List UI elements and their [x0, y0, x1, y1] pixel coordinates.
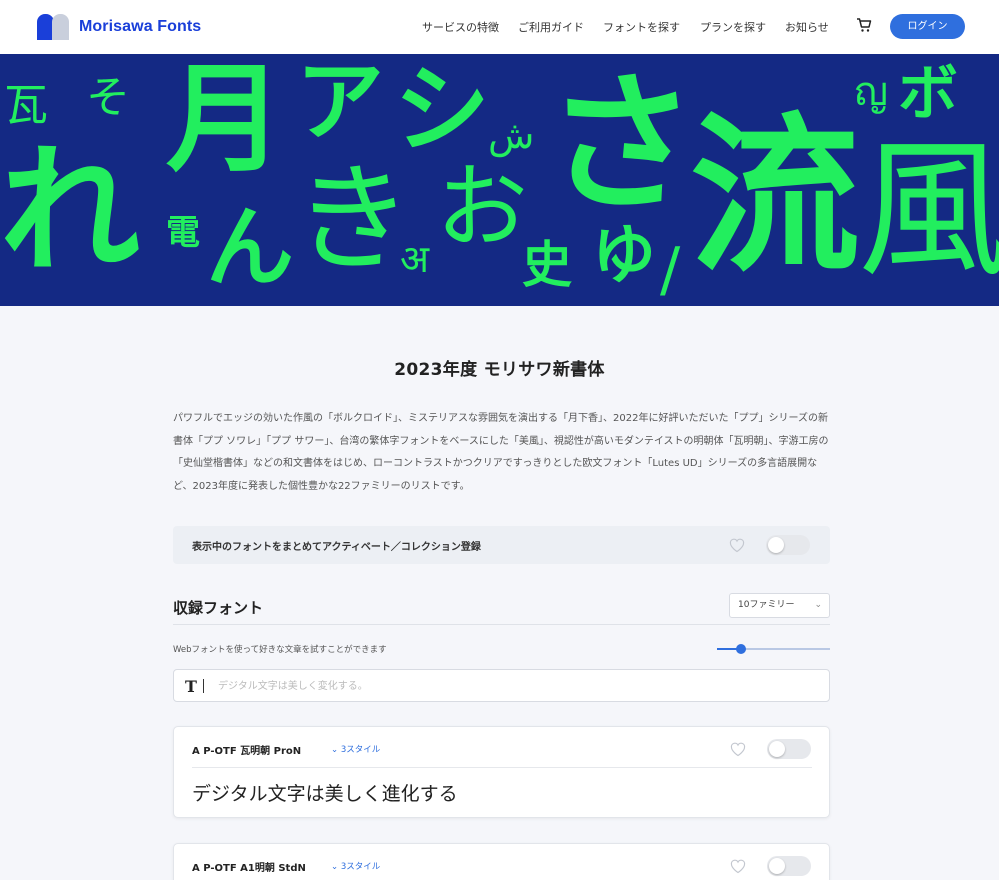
- family-count-select[interactable]: 10ファミリー ⌄: [729, 593, 830, 618]
- styles-dropdown[interactable]: ⌄ 3スタイル: [331, 743, 380, 755]
- size-slider-handle[interactable]: [735, 644, 746, 654]
- hero-glyph: シ: [394, 54, 490, 166]
- hero-glyph: さ: [546, 58, 697, 232]
- family-count-value: 10ファミリー: [738, 600, 795, 610]
- brand-name: Morisawa Fonts: [79, 18, 202, 35]
- nav-features[interactable]: サービスの特徴: [422, 19, 499, 35]
- site-header: Morisawa Fonts サービスの特徴 ご利用ガイド フォントを探す プラ…: [0, 0, 999, 54]
- activate-toggle[interactable]: [767, 739, 811, 759]
- hero-glyph: /: [660, 235, 681, 305]
- heart-icon[interactable]: [728, 537, 746, 553]
- section-title: 収録フォント: [173, 599, 264, 617]
- hero-glyph: अ: [400, 237, 430, 281]
- hero-glyph: ア: [296, 54, 385, 153]
- bulk-activate-bar: 表示中のフォントをまとめてアクティベート／コレクション登録: [173, 526, 830, 564]
- font-preview-text: デジタル文字は美しく進化する: [192, 783, 458, 805]
- hero-banner: 瓦 そ れ 月 電 ん ア シ き अ ش お 史 さ ゆ / 流 ญ ボ 風: [0, 54, 999, 306]
- brand-logo[interactable]: Morisawa Fonts: [37, 14, 201, 40]
- hero-glyph: 史: [522, 236, 572, 294]
- nav-news[interactable]: お知らせ: [785, 19, 829, 35]
- styles-count: 3スタイル: [340, 862, 381, 872]
- font-card: A P-OTF 瓦明朝 ProN ⌄ 3スタイル デジタル文字は美しく進化する: [173, 726, 830, 818]
- hero-glyph: 瓦: [4, 80, 48, 131]
- sample-text-input[interactable]: [218, 676, 818, 696]
- page-title: 2023年度 モリサワ新書体: [394, 360, 605, 380]
- styles-dropdown[interactable]: ⌄ 3スタイル: [331, 860, 380, 872]
- login-button[interactable]: ログイン: [890, 14, 965, 39]
- nav-guide[interactable]: ご利用ガイド: [518, 19, 584, 35]
- activate-toggle[interactable]: [767, 856, 811, 876]
- bulk-activate-label: 表示中のフォントをまとめてアクティベート／コレクション登録: [192, 542, 481, 553]
- text-caret: [203, 679, 204, 693]
- font-family-name[interactable]: A P-OTF 瓦明朝 ProN: [192, 742, 301, 757]
- collection-description: パワフルでエッジの効いた作風の「ボルクロイド」、ミステリアスな雰囲気を演出する「…: [173, 413, 829, 492]
- nav-find-plans[interactable]: プランを探す: [700, 19, 766, 35]
- chevron-down-icon: ⌄: [814, 600, 822, 610]
- font-family-name[interactable]: A P-OTF A1明朝 StdN: [192, 859, 306, 874]
- heart-icon[interactable]: [729, 741, 747, 757]
- hero-glyph: ボ: [898, 59, 958, 129]
- hero-glyph: 風: [858, 124, 999, 298]
- heart-icon[interactable]: [729, 858, 747, 874]
- section-divider: [173, 624, 830, 625]
- hero-glyph: そ: [86, 72, 130, 123]
- nav-find-fonts[interactable]: フォントを探す: [603, 19, 680, 35]
- hero-glyph: お: [436, 154, 529, 261]
- logo-icon: [37, 14, 70, 40]
- hero-glyph: ش: [488, 113, 535, 157]
- bulk-activate-toggle[interactable]: [766, 535, 810, 555]
- hero-glyph: 電: [166, 213, 200, 253]
- hero-glyph: 月: [166, 54, 285, 188]
- webfont-hint: Webフォントを使って好きな文章を試すことができます: [173, 645, 387, 655]
- hero-glyph: ゆ: [592, 219, 656, 293]
- text-icon: T: [185, 677, 197, 696]
- hero-glyph: き: [294, 150, 413, 288]
- hero-glyph: 流: [690, 98, 861, 296]
- card-divider: [192, 767, 812, 768]
- cart-icon[interactable]: [856, 17, 872, 33]
- hero-glyph: ん: [206, 196, 295, 299]
- size-slider-track[interactable]: [717, 648, 830, 650]
- sample-text-box: T: [173, 669, 830, 702]
- font-card: A P-OTF A1明朝 StdN ⌄ 3スタイル: [173, 843, 830, 880]
- hero-glyph: れ: [0, 130, 141, 293]
- hero-glyph: ญ: [854, 69, 889, 115]
- styles-count: 3スタイル: [340, 745, 381, 755]
